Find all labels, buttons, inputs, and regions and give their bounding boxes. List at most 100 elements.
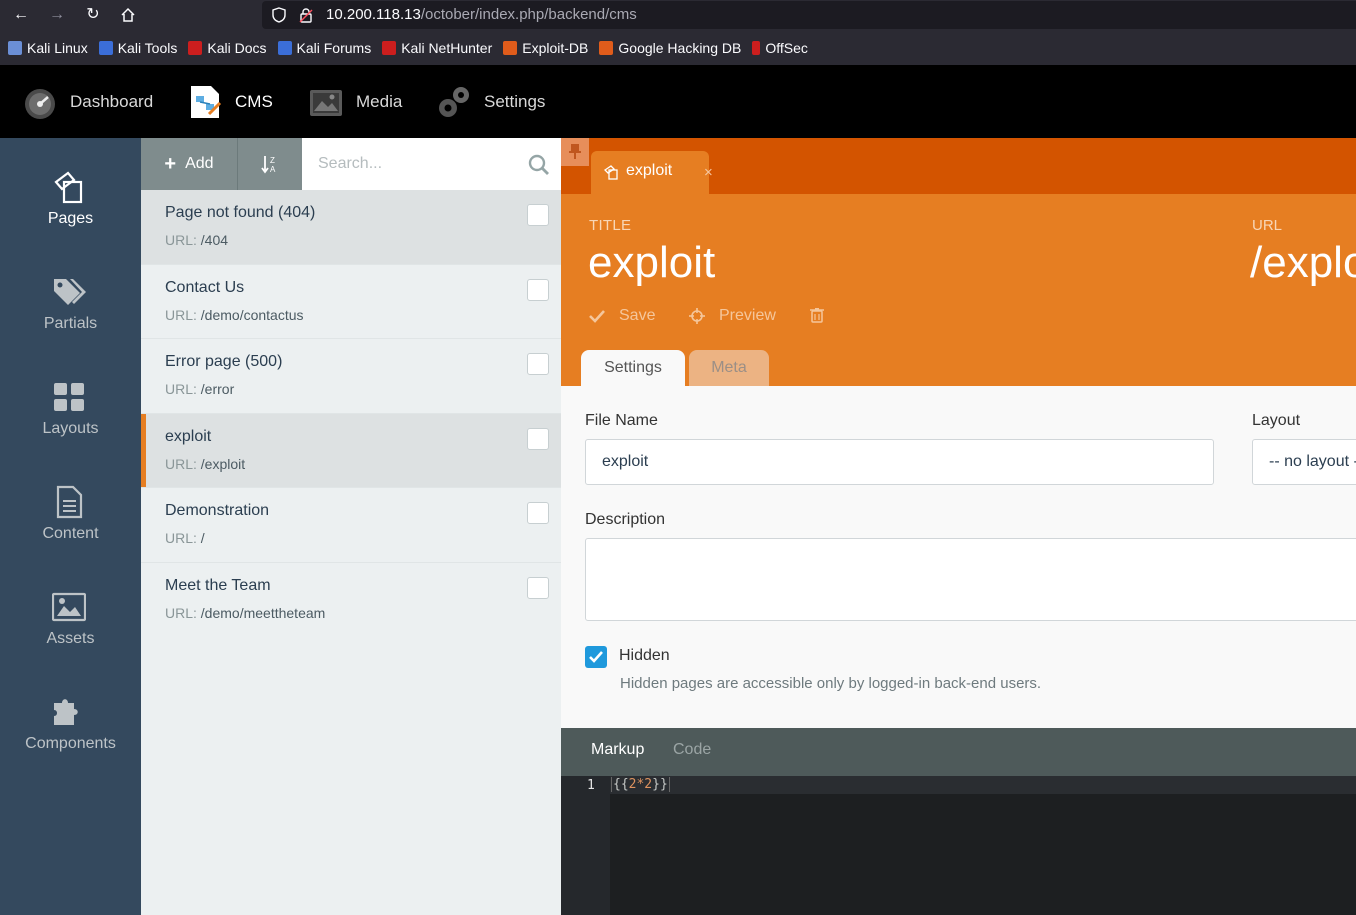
home-icon[interactable] — [116, 4, 140, 26]
offsec-icon — [752, 41, 761, 55]
bookmark-exploit-db[interactable]: Exploit-DB — [503, 40, 588, 56]
kali-dragon-icon — [8, 41, 22, 55]
nav-dashboard[interactable]: Dashboard — [22, 65, 153, 138]
nav-cms[interactable]: CMS — [187, 65, 273, 138]
tab-meta[interactable]: Meta — [689, 350, 769, 386]
pages-icon — [603, 165, 618, 180]
code-tab-bar: Markup Code — [561, 728, 1356, 776]
tab-code[interactable]: Code — [673, 741, 711, 759]
tab-exploit[interactable]: exploit × — [591, 151, 713, 194]
forward-arrow-icon[interactable]: → — [45, 4, 69, 26]
insecure-lock-icon[interactable] — [299, 7, 313, 23]
sidebar-item-content[interactable]: Content — [0, 453, 141, 558]
hidden-help-text: Hidden pages are accessible only by logg… — [620, 675, 1042, 692]
address-bar[interactable]: 10.200.118.13/october/index.php/backend/… — [262, 1, 1356, 29]
page-checkbox[interactable] — [527, 502, 549, 524]
sidebar-item-partials[interactable]: Partials — [0, 243, 141, 348]
bookmark-kali-tools[interactable]: Kali Tools — [98, 40, 177, 56]
sort-button[interactable]: ZA — [238, 138, 302, 190]
description-textarea[interactable] — [585, 538, 1356, 621]
line-gutter: 1 — [561, 776, 610, 915]
page-url: URL: /404 — [165, 232, 229, 248]
code-line[interactable]: {{2*2}} — [611, 777, 670, 792]
bookmark-google-hacking-db[interactable]: Google Hacking DB — [599, 40, 741, 56]
active-line-highlight — [610, 776, 1356, 794]
page-checkbox[interactable] — [527, 204, 549, 226]
description-label: Description — [585, 511, 666, 528]
add-page-button[interactable]: + Add — [141, 138, 238, 190]
main-navigation: Dashboard CMS Media Settings — [0, 65, 1356, 138]
bookmark-kali-linux[interactable]: Kali Linux — [8, 40, 88, 56]
list-item[interactable]: Error page (500) URL: /error — [141, 339, 561, 414]
list-item[interactable]: Demonstration URL: / — [141, 488, 561, 563]
page-checkbox[interactable] — [527, 576, 549, 599]
hidden-checkbox[interactable] — [585, 646, 607, 668]
list-item[interactable]: Contact Us URL: /demo/contactus — [141, 265, 561, 339]
sidebar-item-label: Pages — [47, 210, 94, 227]
nav-settings-label: Settings — [484, 91, 546, 111]
delete-button[interactable] — [809, 307, 839, 323]
page-list-panel: + Add ZA Page not found (404) URL: /404 … — [141, 138, 561, 915]
sidebar-item-label: Content — [42, 525, 99, 542]
bookmarks-bar: Kali Linux Kali Tools Kali Docs Kali For… — [0, 31, 1356, 65]
url-text: 10.200.118.13/october/index.php/backend/… — [326, 6, 637, 23]
preview-button[interactable]: Preview — [689, 307, 776, 325]
search-input[interactable] — [302, 138, 522, 190]
media-image-icon — [310, 89, 342, 116]
cms-document-icon — [191, 85, 222, 118]
search-box — [302, 138, 561, 190]
bookmark-offsec[interactable]: OffSec — [752, 40, 808, 56]
exploit-db-icon — [503, 41, 518, 55]
check-icon — [589, 310, 605, 323]
layout-select[interactable]: -- no layout -- — [1252, 439, 1356, 485]
list-item-active[interactable]: exploit URL: /exploit — [141, 413, 561, 488]
page-checkbox[interactable] — [527, 278, 549, 301]
add-label: Add — [185, 155, 214, 172]
page-checkbox[interactable] — [527, 353, 549, 375]
page-checkbox[interactable] — [527, 427, 549, 450]
document-icon — [56, 485, 83, 519]
bookmark-kali-docs[interactable]: Kali Docs — [188, 40, 267, 56]
title-input[interactable]: exploit — [588, 238, 715, 288]
bookmark-kali-forums[interactable]: Kali Forums — [277, 40, 371, 56]
gears-icon — [439, 86, 469, 117]
hidden-label: Hidden — [619, 647, 670, 664]
close-icon[interactable]: × — [704, 164, 713, 181]
page-title: Page not found (404) — [165, 204, 316, 221]
picture-icon — [52, 592, 86, 622]
tab-markup[interactable]: Markup — [591, 741, 644, 759]
pin-icon[interactable] — [561, 138, 589, 166]
sidebar-item-layouts[interactable]: Layouts — [0, 348, 141, 453]
page-url: URL: /exploit — [165, 455, 246, 472]
nav-settings[interactable]: Settings — [436, 65, 545, 138]
sort-alpha-icon: ZA — [261, 156, 276, 174]
sidebar-item-pages[interactable]: Pages — [0, 138, 141, 243]
nav-dashboard-label: Dashboard — [70, 91, 154, 111]
trash-icon — [810, 308, 824, 323]
sidebar-item-label: Components — [25, 735, 116, 752]
tab-settings[interactable]: Settings — [581, 350, 685, 386]
list-item[interactable]: Page not found (404) URL: /404 — [141, 190, 561, 265]
page-title: Meet the Team — [165, 576, 271, 594]
reload-icon[interactable]: ↻ — [81, 4, 105, 26]
cms-sidebar: Pages Partials Layouts Content Assets Co… — [0, 138, 141, 915]
code-editor[interactable]: 1 {{2*2}} — [561, 776, 1356, 915]
list-toolbar: + Add ZA — [141, 138, 561, 190]
sidebar-item-components[interactable]: Components — [0, 663, 141, 768]
back-arrow-icon[interactable]: ← — [9, 4, 33, 26]
list-item[interactable]: Meet the Team URL: /demo/meettheteam — [141, 563, 561, 638]
sidebar-item-assets[interactable]: Assets — [0, 558, 141, 663]
file-name-input[interactable]: exploit — [585, 439, 1214, 485]
save-button[interactable]: Save — [589, 307, 655, 325]
url-input[interactable]: /exploit — [1250, 238, 1356, 288]
plus-icon: + — [164, 152, 177, 175]
line-number: 1 — [587, 778, 595, 793]
nav-media-label: Media — [356, 91, 403, 111]
nav-media[interactable]: Media — [308, 65, 402, 138]
nav-cms-label: CMS — [235, 91, 273, 111]
kali-forums-icon — [277, 41, 292, 55]
shield-icon[interactable] — [272, 7, 286, 23]
search-icon[interactable] — [528, 154, 550, 176]
sidebar-item-label: Layouts — [42, 420, 99, 437]
bookmark-kali-nethunter[interactable]: Kali NetHunter — [382, 40, 492, 56]
